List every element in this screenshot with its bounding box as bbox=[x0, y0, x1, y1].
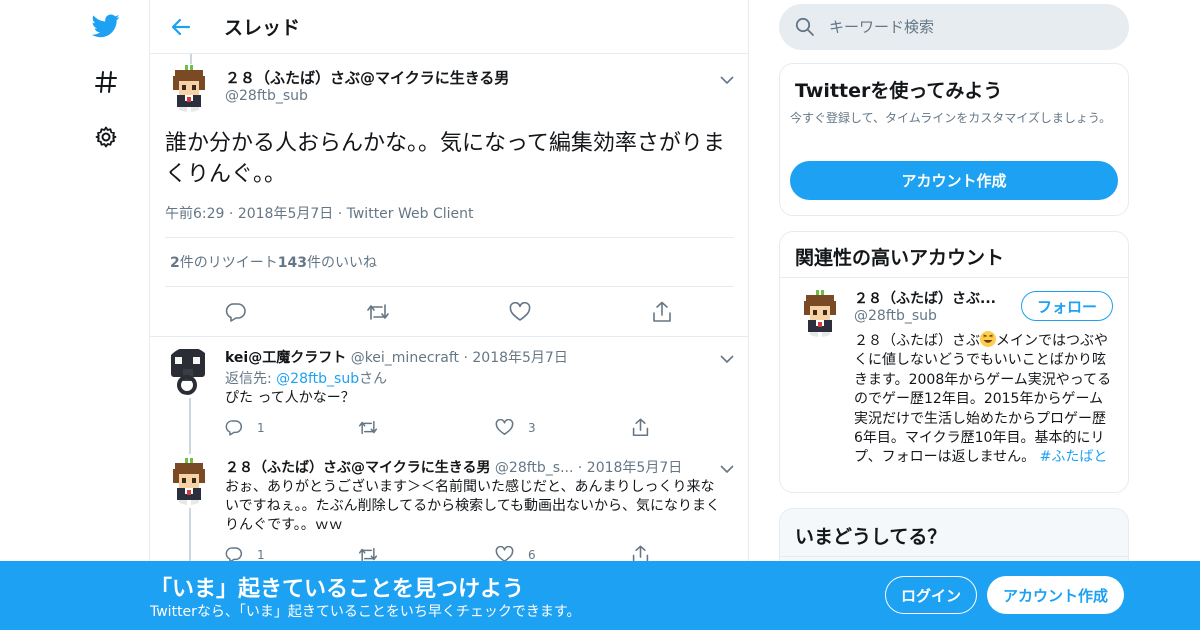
related-accounts-card: 関連性の高いアカウント ２８（ふたば）さぶ... @28ftb_sub フォロー… bbox=[779, 231, 1129, 493]
account-bio: ２８（ふたば）さぶ メインではつぶやくに値しないどうでもいいことばかり呟きます。2… bbox=[854, 331, 1112, 466]
retweet-button[interactable] bbox=[358, 419, 378, 436]
tweet-meta: 午前6:29 · 2018年5月7日 · Twitter Web Client bbox=[165, 206, 474, 222]
search-input[interactable] bbox=[829, 18, 1119, 36]
like-button[interactable]: 3 bbox=[495, 419, 536, 436]
signup-card-text: 今すぐ登録して、タイムラインをカスタマイズしましょう。 bbox=[790, 111, 1112, 125]
chevron-down-icon[interactable] bbox=[720, 349, 736, 365]
author-name[interactable]: ２８（ふたば）さぶ@マイクラに生きる男 bbox=[225, 67, 509, 88]
left-nav bbox=[80, 0, 130, 630]
hashtag-icon[interactable] bbox=[90, 66, 122, 98]
banner-signup-button[interactable]: アカウント作成 bbox=[987, 576, 1124, 614]
reply-date[interactable]: 2018年5月7日 bbox=[472, 350, 567, 366]
like-icon bbox=[495, 419, 514, 436]
banner-subtext: Twitterなら、「いま」起きていることをいち早くチェックできます。 bbox=[150, 604, 581, 620]
like-count: 6 bbox=[528, 547, 536, 562]
author-handle[interactable]: @28ftb_s... bbox=[495, 460, 574, 476]
reply-header: kei@工魔クラフト @kei_minecraft · 2018年5月7日 bbox=[225, 350, 568, 366]
twitter-bird-icon[interactable] bbox=[90, 10, 122, 42]
follow-button[interactable]: フォロー bbox=[1021, 291, 1113, 321]
reply-count: 1 bbox=[257, 547, 265, 562]
related-card-title: 関連性の高いアカウント bbox=[795, 247, 1005, 269]
reply-icon bbox=[225, 420, 243, 436]
like-icon[interactable] bbox=[506, 298, 534, 326]
avatar[interactable] bbox=[165, 347, 213, 395]
chevron-down-icon[interactable] bbox=[720, 459, 736, 475]
reply-date[interactable]: 2018年5月7日 bbox=[587, 460, 682, 476]
banner-headline: 「いま」起きていることを見つけよう bbox=[150, 577, 525, 602]
signup-card-title: Twitterを使ってみよう bbox=[795, 80, 1003, 102]
thread-header: スレッド bbox=[150, 0, 748, 54]
search-icon bbox=[795, 17, 815, 37]
hashtag-link[interactable]: #ふたばと bbox=[1040, 449, 1108, 465]
retweet-icon bbox=[358, 420, 378, 435]
avatar[interactable] bbox=[796, 289, 844, 337]
signup-card: Twitterを使ってみよう 今すぐ登録して、タイムラインをカスタマイズしましょ… bbox=[779, 63, 1129, 216]
login-button[interactable]: ログイン bbox=[885, 576, 977, 614]
tweet-stats: 2件のリツイート 143件のいいね bbox=[165, 237, 734, 287]
reply-text: おぉ、ありがとうございます＞＜名前聞いた感じだと、あんまりしっくり来ないですねぇ… bbox=[225, 479, 721, 533]
reply-button[interactable]: 1 bbox=[225, 419, 265, 436]
search-box[interactable] bbox=[779, 4, 1129, 50]
account-handle[interactable]: @28ftb_sub bbox=[854, 308, 937, 324]
tweet-text: 誰か分かる人おらんかな。。気になって編集効率さがりまくりんぐ。。 bbox=[165, 131, 725, 187]
like-stat[interactable]: 143件のいいね bbox=[278, 252, 377, 272]
avatar[interactable] bbox=[165, 64, 213, 112]
reply-count: 1 bbox=[257, 420, 265, 435]
page-title: スレッド bbox=[224, 17, 301, 39]
share-icon bbox=[632, 418, 649, 437]
author-handle[interactable]: @kei_minecraft bbox=[351, 350, 459, 366]
mention-link[interactable]: @28ftb_sub bbox=[276, 371, 359, 387]
signup-banner: 「いま」起きていることを見つけよう Twitterなら、「いま」起きていることを… bbox=[0, 561, 1200, 630]
account-name[interactable]: ２８（ふたば）さぶ... bbox=[854, 288, 1014, 308]
divider bbox=[780, 556, 1128, 557]
tweet-client: Twitter Web Client bbox=[346, 206, 474, 222]
reply-header: ２８（ふたば）さぶ@マイクラに生きる男 @28ftb_s... · 2018年5… bbox=[225, 460, 683, 476]
author-name[interactable]: ２８（ふたば）さぶ@マイクラに生きる男 bbox=[225, 460, 490, 476]
thread-line bbox=[189, 508, 191, 568]
share-icon[interactable] bbox=[648, 298, 676, 326]
laughing-emoji-icon bbox=[980, 331, 996, 347]
trends-card-title: いまどうしてる？ bbox=[795, 526, 947, 548]
share-button[interactable] bbox=[631, 418, 650, 437]
divider bbox=[150, 336, 748, 337]
gear-icon[interactable] bbox=[90, 121, 122, 153]
avatar[interactable] bbox=[165, 457, 213, 505]
retweet-stat[interactable]: 2件のリツイート bbox=[170, 252, 278, 272]
tweet-date[interactable]: 2018年5月7日 bbox=[238, 206, 333, 222]
thread-line bbox=[189, 398, 191, 454]
reply-icon[interactable] bbox=[222, 298, 250, 326]
back-arrow-icon[interactable] bbox=[166, 12, 196, 42]
create-account-button[interactable]: アカウント作成 bbox=[790, 161, 1118, 200]
tweet-time[interactable]: 午前6:29 bbox=[165, 206, 224, 222]
related-account[interactable]: ２８（ふたば）さぶ... @28ftb_sub フォロー ２８（ふたば）さぶ メイ… bbox=[780, 277, 1128, 492]
author-name[interactable]: kei@工魔クラフト bbox=[225, 350, 346, 366]
reply-to: 返信先: @28ftb_subさん bbox=[225, 371, 388, 387]
thread-column: スレッド ２８（ふたば）さぶ@マイクラに生きる男 @28ftb_sub 誰か分か… bbox=[149, 0, 749, 630]
chevron-down-icon[interactable] bbox=[720, 70, 736, 86]
author-handle[interactable]: @28ftb_sub bbox=[225, 88, 308, 104]
retweet-icon[interactable] bbox=[364, 298, 392, 326]
reply-text: ぴた って人かなー？ bbox=[225, 390, 355, 406]
like-count: 3 bbox=[528, 420, 536, 435]
